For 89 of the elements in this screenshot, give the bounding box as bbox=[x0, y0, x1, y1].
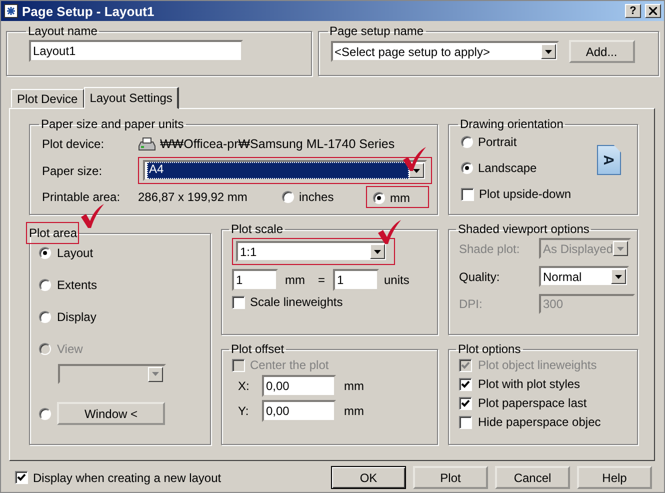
app-icon bbox=[4, 4, 18, 18]
paper-units-field[interactable]: 1 bbox=[232, 269, 278, 291]
dropdown-button[interactable] bbox=[370, 244, 385, 259]
group-label: Paper size and paper units bbox=[40, 117, 185, 131]
group-label: Drawing orientation bbox=[459, 117, 564, 131]
unit-label: units bbox=[384, 273, 410, 287]
add-button[interactable]: Add... bbox=[568, 40, 635, 63]
checkbox-label: Scale lineweights bbox=[250, 295, 343, 309]
checkbox-label: Center the plot bbox=[250, 358, 329, 372]
help-button[interactable]: ? bbox=[625, 4, 641, 18]
checkbox-label: Plot paperspace last bbox=[478, 396, 587, 410]
dialog-button[interactable]: Plot bbox=[413, 466, 488, 489]
option-label: inches bbox=[299, 190, 334, 204]
checkbox-label: Hide paperspace objec bbox=[478, 415, 601, 429]
caret-icon bbox=[617, 246, 624, 250]
group-label: Page setup name bbox=[328, 24, 425, 38]
radio-button[interactable] bbox=[39, 311, 51, 323]
device-name: ₩₩Officea-pr₩Samsung ML-1740 Series bbox=[160, 137, 395, 152]
layout-name-field[interactable]: Layout1 bbox=[29, 40, 243, 62]
caret-icon bbox=[374, 250, 381, 254]
dialog-button[interactable]: Help bbox=[577, 466, 652, 489]
checkbox[interactable] bbox=[15, 471, 28, 484]
group-label: Shaded viewport options bbox=[457, 222, 590, 236]
group-label: Plot offset bbox=[230, 342, 286, 356]
close-icon bbox=[649, 7, 657, 15]
radio-button[interactable] bbox=[39, 279, 51, 291]
paper-size-dropdown[interactable]: A4 bbox=[143, 160, 427, 181]
window-button[interactable]: Window < bbox=[57, 402, 165, 425]
unit-label: mm bbox=[285, 273, 306, 287]
dropdown-button[interactable] bbox=[613, 241, 628, 256]
caret-icon bbox=[152, 372, 159, 376]
radio-button[interactable] bbox=[39, 408, 51, 420]
page-setup-dropdown[interactable]: <Select page setup to apply> bbox=[330, 41, 559, 62]
checkbox-label: Plot upside-down bbox=[479, 187, 572, 201]
option-label: Display bbox=[57, 310, 96, 324]
checkbox[interactable] bbox=[459, 396, 472, 410]
option-label: Portrait bbox=[478, 135, 517, 149]
checkbox-label: Plot object lineweights bbox=[478, 358, 597, 372]
option-label: Landscape bbox=[478, 161, 537, 175]
radio-button[interactable] bbox=[282, 190, 294, 203]
offset-field[interactable]: 0,00 bbox=[262, 375, 336, 397]
window-title: Page Setup - Layout1 bbox=[22, 4, 154, 18]
group-label: Plot options bbox=[457, 342, 522, 356]
dropdown-button[interactable] bbox=[611, 269, 626, 284]
dropdown[interactable]: Normal bbox=[539, 266, 629, 287]
page-icon: A bbox=[597, 145, 621, 175]
field-label: Printable area: bbox=[42, 190, 122, 204]
dropdown-button[interactable] bbox=[540, 44, 556, 59]
group-label: Plot scale bbox=[230, 222, 284, 236]
drawing-units-field[interactable]: 1 bbox=[333, 269, 379, 291]
printer-icon bbox=[138, 137, 156, 152]
offset-field[interactable]: 0,00 bbox=[262, 400, 336, 422]
radio-button[interactable] bbox=[39, 247, 51, 259]
checkbox[interactable] bbox=[461, 188, 474, 200]
checkbox-label: Display when creating a new layout bbox=[33, 470, 222, 484]
option-label: mm bbox=[390, 190, 410, 205]
radio-button[interactable] bbox=[373, 192, 385, 204]
field-label: Quality: bbox=[459, 270, 501, 284]
option-label: Layout bbox=[57, 246, 94, 260]
field-label: X: bbox=[238, 379, 250, 393]
unit-label: mm bbox=[344, 379, 364, 393]
check-mark-icon bbox=[79, 203, 105, 229]
checkbox[interactable] bbox=[232, 296, 245, 308]
field-label: Plot device: bbox=[42, 137, 106, 152]
radio-button[interactable] bbox=[461, 162, 473, 174]
checkbox[interactable] bbox=[459, 416, 472, 428]
close-button[interactable] bbox=[645, 4, 661, 18]
checkbox-label: Plot with plot styles bbox=[478, 377, 580, 391]
checkbox[interactable] bbox=[459, 378, 472, 390]
caret-icon bbox=[615, 274, 622, 278]
option-label: Extents bbox=[57, 278, 98, 292]
field-label: Paper size: bbox=[42, 164, 104, 178]
dropdown-button[interactable] bbox=[148, 366, 163, 382]
unit-label: mm bbox=[344, 404, 364, 418]
caret-icon bbox=[413, 168, 420, 172]
option-label: View bbox=[57, 342, 83, 356]
group-label: Layout name bbox=[27, 24, 98, 38]
field-label: DPI: bbox=[459, 297, 484, 311]
field-label: Y: bbox=[238, 404, 250, 418]
field-label: Shade plot: bbox=[459, 242, 521, 256]
printable-area-value: 286,87 x 199,92 mm bbox=[138, 190, 248, 204]
tab[interactable]: Plot Device bbox=[11, 89, 84, 108]
plot-scale-dropdown[interactable]: 1:1 bbox=[236, 241, 388, 262]
dialog-button[interactable]: Cancel bbox=[495, 466, 570, 489]
caret-icon bbox=[544, 50, 552, 54]
tab[interactable]: Layout Settings bbox=[84, 87, 180, 109]
dialog-button[interactable]: OK bbox=[331, 466, 406, 489]
equals-sign: = bbox=[318, 273, 326, 287]
radio-button[interactable] bbox=[461, 136, 473, 148]
